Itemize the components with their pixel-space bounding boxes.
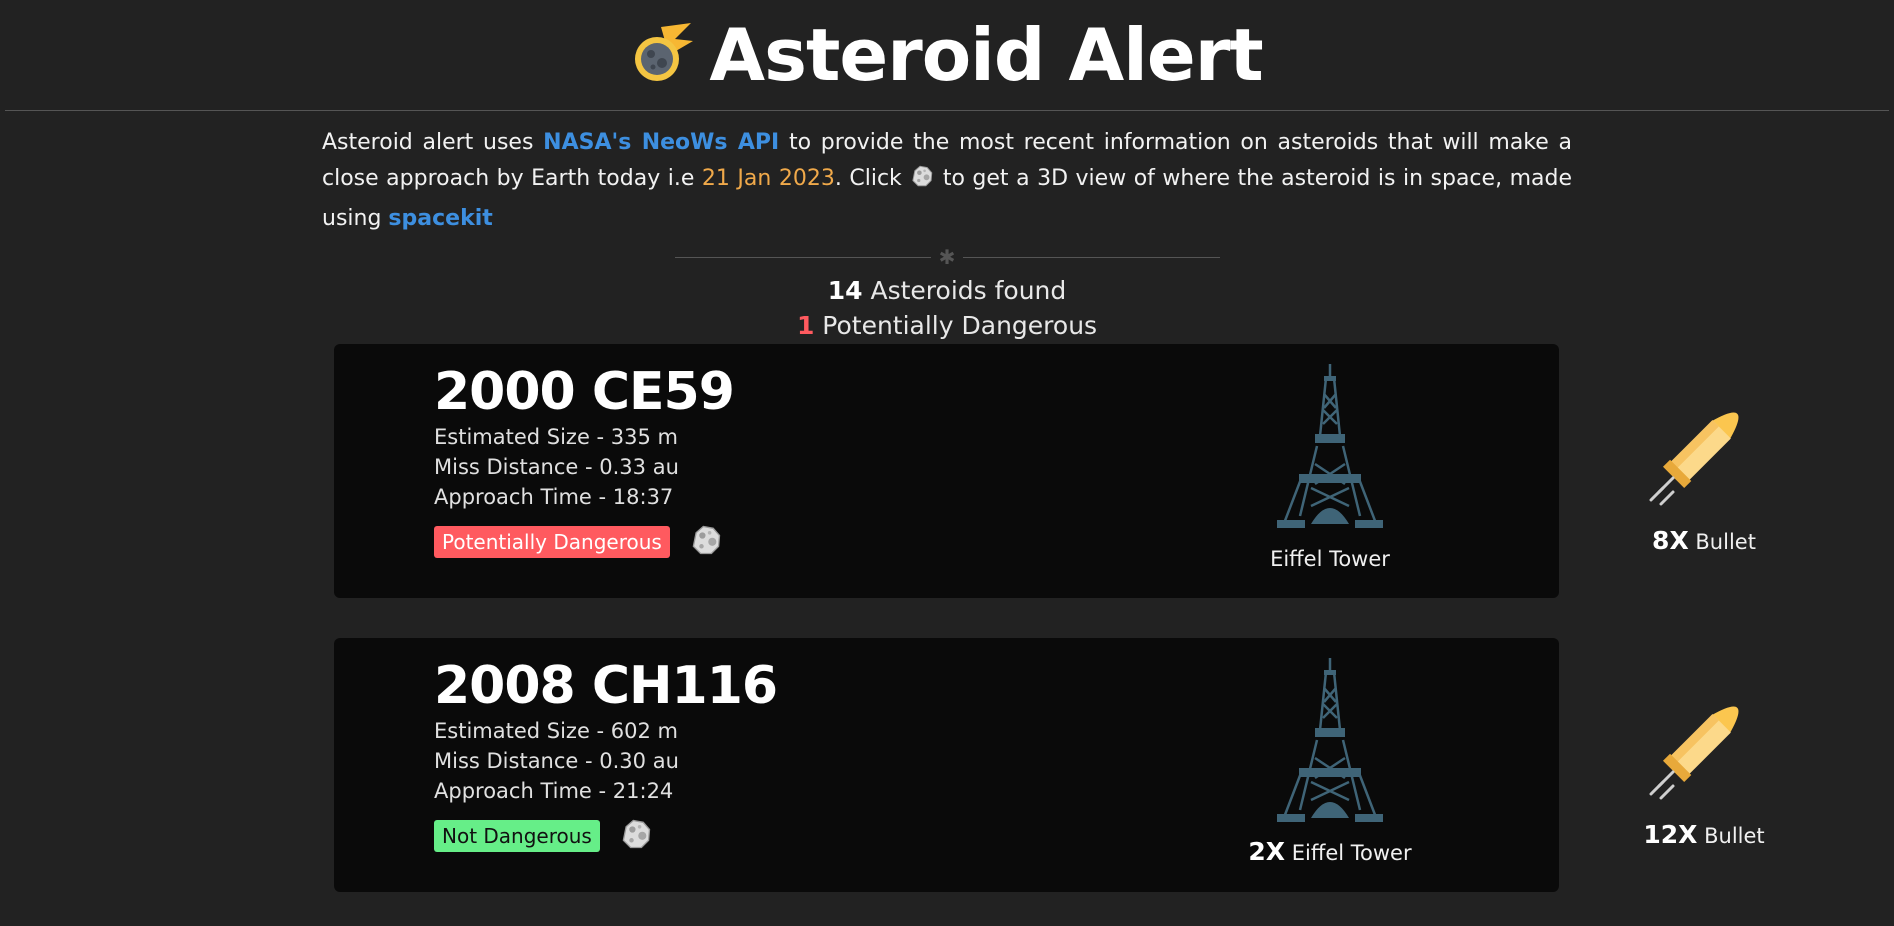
intro-text: Asteroid alert uses NASA's NeoWs API to … bbox=[322, 125, 1572, 237]
size-comparison-label: Eiffel Tower bbox=[1270, 547, 1390, 571]
meteor-icon bbox=[631, 21, 695, 89]
nasa-api-link[interactable]: NASA's NeoWs API bbox=[543, 130, 779, 155]
asteroid-size: Estimated Size - 335 m bbox=[434, 425, 679, 449]
asteroid-icon bbox=[909, 163, 935, 201]
speed-comparison-label: 8X Bullet bbox=[1652, 526, 1756, 555]
asteroid-approach-time: Approach Time - 21:24 bbox=[434, 779, 674, 803]
today-date: 21 Jan 2023 bbox=[701, 166, 835, 191]
intro-text-1: Asteroid alert uses bbox=[322, 130, 544, 155]
asteroid-card: 2000 CE59 Estimated Size - 335 m Miss Di… bbox=[334, 344, 1756, 598]
summary: 14 Asteroids found 1 Potentially Dangero… bbox=[0, 273, 1894, 343]
asteroid-miss-distance: Miss Distance - 0.33 au bbox=[434, 455, 679, 479]
status-badge: Potentially Dangerous bbox=[434, 526, 670, 558]
bullet-icon bbox=[1639, 791, 1769, 810]
size-comparison: Eiffel Tower bbox=[1210, 364, 1450, 572]
size-comparison-label: 2X Eiffel Tower bbox=[1248, 837, 1412, 866]
asteroid-miss-distance: Miss Distance - 0.30 au bbox=[434, 749, 679, 773]
speed-comparison: 12X Bullet bbox=[1584, 658, 1824, 849]
asteroid-approach-time: Approach Time - 18:37 bbox=[434, 485, 674, 509]
asteroid-count-label: Asteroids found bbox=[862, 276, 1067, 305]
asteroid-size: Estimated Size - 602 m bbox=[434, 719, 679, 743]
bullet-icon bbox=[1639, 497, 1769, 516]
asteroid-name: 2000 CE59 bbox=[434, 362, 735, 422]
danger-count: 1 bbox=[796, 311, 815, 340]
speed-comparison-label: 12X Bullet bbox=[1643, 820, 1765, 849]
page-header: Asteroid Alert bbox=[5, 0, 1889, 111]
status-badge: Not Dangerous bbox=[434, 820, 600, 852]
view-3d-asteroid-icon[interactable] bbox=[688, 522, 724, 562]
star-icon: ✱ bbox=[938, 245, 956, 269]
eiffel-tower-icon bbox=[1275, 514, 1385, 533]
asteroid-name: 2008 CH116 bbox=[434, 656, 778, 716]
asteroid-card: 2008 CH116 Estimated Size - 602 m Miss D… bbox=[334, 638, 1765, 892]
eiffel-tower-icon bbox=[1275, 808, 1385, 827]
asteroid-count: 14 bbox=[827, 276, 863, 305]
spacekit-link[interactable]: spacekit bbox=[388, 206, 492, 231]
danger-count-label: Potentially Dangerous bbox=[814, 311, 1098, 340]
page-title: Asteroid Alert bbox=[709, 13, 1263, 97]
view-3d-asteroid-icon[interactable] bbox=[618, 816, 654, 856]
section-divider: ✱ bbox=[674, 245, 1220, 269]
speed-comparison: 8X Bullet bbox=[1584, 364, 1824, 555]
size-comparison: 2X Eiffel Tower bbox=[1210, 658, 1450, 866]
intro-text-3: . Click bbox=[834, 166, 910, 191]
